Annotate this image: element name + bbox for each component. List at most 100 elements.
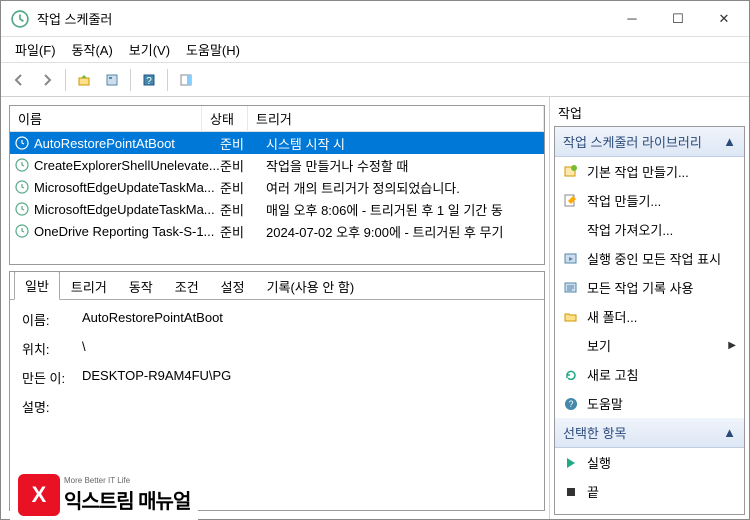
- task-trigger: 작업을 만들거나 수정할 때: [266, 156, 544, 175]
- actions-title: 작업: [554, 103, 745, 126]
- toolbar-divider: [130, 69, 131, 91]
- properties-button[interactable]: [100, 68, 124, 92]
- menu-action[interactable]: 동작(A): [66, 38, 119, 61]
- chevron-right-icon: ▶: [728, 340, 736, 351]
- help-button[interactable]: ?: [137, 68, 161, 92]
- svg-text:?: ?: [568, 399, 573, 409]
- action-import[interactable]: 작업 가져오기...: [555, 215, 744, 244]
- action-label: 작업 만들기...: [587, 191, 661, 210]
- action-run[interactable]: 실행: [555, 448, 744, 477]
- value-author: DESKTOP-R9AM4FU\PG: [82, 368, 532, 387]
- tab-0[interactable]: 일반: [14, 271, 60, 300]
- menu-view[interactable]: 보기(V): [123, 38, 176, 61]
- task-state: 준비: [220, 178, 266, 197]
- toolbar: ?: [1, 63, 749, 97]
- task-state: 준비: [220, 222, 266, 241]
- task-name: AutoRestorePointAtBoot: [34, 136, 220, 151]
- task-trigger: 매일 오후 8:06에 - 트리거된 후 1 일 기간 동: [266, 200, 544, 219]
- label-author: 만든 이:: [22, 368, 82, 387]
- back-button[interactable]: [7, 68, 31, 92]
- action-disable[interactable]: 사용 안 함: [555, 506, 744, 515]
- task-scheduler-window: 작업 스케줄러 ─ ☐ ✕ 파일(F) 동작(A) 보기(V) 도움말(H) ?…: [0, 0, 750, 520]
- action-label: 실행: [587, 453, 611, 472]
- clock-icon: [14, 157, 30, 173]
- collapse-icon: ▲: [723, 134, 736, 149]
- import-icon: [563, 222, 579, 238]
- maximize-button[interactable]: ☐: [655, 4, 701, 34]
- action-label: 보기: [587, 336, 611, 355]
- actions-pane-button[interactable]: [174, 68, 198, 92]
- action-new-task[interactable]: 기본 작업 만들기...: [555, 157, 744, 186]
- action-label: 끝: [587, 482, 599, 501]
- action-create-task[interactable]: 작업 만들기...: [555, 186, 744, 215]
- tab-2[interactable]: 동작: [118, 272, 164, 300]
- task-row[interactable]: MicrosoftEdgeUpdateTaskMa...준비여러 개의 트리거가…: [10, 176, 544, 198]
- label-description: 설명:: [22, 397, 82, 416]
- action-label: 실행 중인 모든 작업 표시: [587, 249, 721, 268]
- watermark: X More Better IT Life 익스트림 매뉴얼: [10, 470, 198, 520]
- clock-icon: [14, 201, 30, 217]
- disable-icon: [563, 513, 579, 516]
- menu-file[interactable]: 파일(F): [9, 38, 62, 61]
- action-label: 기본 작업 만들기...: [587, 162, 689, 181]
- action-label: 새로 고침: [587, 365, 638, 384]
- task-list-header: 이름 상태 트리거: [10, 106, 544, 132]
- task-trigger: 여러 개의 트리거가 정의되었습니다.: [266, 178, 544, 197]
- value-location: \: [82, 339, 532, 358]
- action-refresh[interactable]: 새로 고침: [555, 360, 744, 389]
- tab-3[interactable]: 조건: [164, 272, 210, 300]
- view-icon: [563, 338, 579, 354]
- folder-icon: [563, 309, 579, 325]
- action-help[interactable]: ? 도움말: [555, 389, 744, 418]
- actions-section-library[interactable]: 작업 스케줄러 라이브러리 ▲: [555, 127, 744, 157]
- toolbar-divider: [167, 69, 168, 91]
- task-state: 준비: [220, 134, 266, 153]
- clock-icon: [14, 223, 30, 239]
- clock-icon: [14, 179, 30, 195]
- action-folder[interactable]: 새 폴더...: [555, 302, 744, 331]
- action-label: 작업 가져오기...: [587, 220, 673, 239]
- app-icon: [11, 10, 29, 28]
- menubar: 파일(F) 동작(A) 보기(V) 도움말(H): [1, 37, 749, 63]
- watermark-logo: X: [18, 474, 60, 516]
- action-end[interactable]: 끝: [555, 477, 744, 506]
- action-running[interactable]: 실행 중인 모든 작업 표시: [555, 244, 744, 273]
- run-icon: [563, 455, 579, 471]
- task-list-panel: 이름 상태 트리거 AutoRestorePointAtBoot준비시스템 시작…: [9, 105, 545, 265]
- task-name: CreateExplorerShellUnelevate...: [34, 158, 220, 173]
- end-icon: [563, 484, 579, 500]
- running-icon: [563, 251, 579, 267]
- watermark-sub: More Better IT Life: [64, 476, 190, 485]
- tab-4[interactable]: 설정: [210, 272, 256, 300]
- task-name: OneDrive Reporting Task-S-1...: [34, 224, 220, 239]
- up-button[interactable]: [72, 68, 96, 92]
- task-row[interactable]: MicrosoftEdgeUpdateTaskMa...준비매일 오후 8:06…: [10, 198, 544, 220]
- column-name[interactable]: 이름: [10, 105, 202, 132]
- task-row[interactable]: OneDrive Reporting Task-S-1...준비2024-07-…: [10, 220, 544, 242]
- action-view[interactable]: 보기 ▶: [555, 331, 744, 360]
- action-label: 도움말: [587, 394, 623, 413]
- new-task-icon: [563, 164, 579, 180]
- column-trigger[interactable]: 트리거: [248, 105, 544, 132]
- close-button[interactable]: ✕: [701, 4, 747, 34]
- value-name: AutoRestorePointAtBoot: [82, 310, 532, 329]
- task-row[interactable]: CreateExplorerShellUnelevate...준비작업을 만들거…: [10, 154, 544, 176]
- actions-section-selected[interactable]: 선택한 항목 ▲: [555, 418, 744, 448]
- label-location: 위치:: [22, 339, 82, 358]
- minimize-button[interactable]: ─: [609, 4, 655, 34]
- task-name: MicrosoftEdgeUpdateTaskMa...: [34, 180, 220, 195]
- action-history[interactable]: 모든 작업 기록 사용: [555, 273, 744, 302]
- tab-1[interactable]: 트리거: [60, 272, 118, 300]
- actions-pane: 작업 작업 스케줄러 라이브러리 ▲ 기본 작업 만들기... 작업 만들기...…: [549, 97, 749, 519]
- forward-button[interactable]: [35, 68, 59, 92]
- detail-tabs: 일반트리거동작조건설정기록(사용 안 함): [10, 272, 544, 300]
- watermark-text: 익스트림 매뉴얼: [64, 485, 190, 514]
- task-name: MicrosoftEdgeUpdateTaskMa...: [34, 202, 220, 217]
- action-label: 사용 안 함: [587, 511, 642, 515]
- help-icon: ?: [563, 396, 579, 412]
- tab-5[interactable]: 기록(사용 안 함): [256, 272, 366, 300]
- toolbar-divider: [65, 69, 66, 91]
- menu-help[interactable]: 도움말(H): [180, 38, 246, 61]
- task-row[interactable]: AutoRestorePointAtBoot준비시스템 시작 시: [10, 132, 544, 154]
- column-state[interactable]: 상태: [202, 105, 248, 132]
